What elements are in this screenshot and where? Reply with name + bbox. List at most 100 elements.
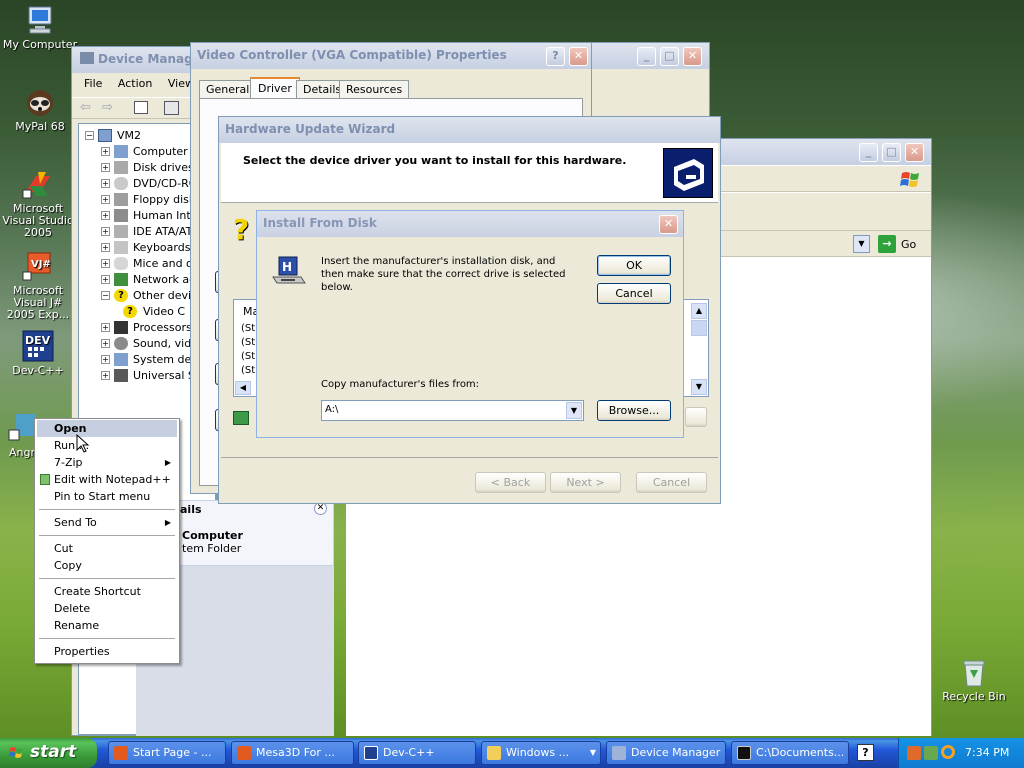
menu-item-pin-start[interactable]: Pin to Start menu <box>37 488 177 505</box>
list-row[interactable]: (St <box>241 351 255 362</box>
copy-from-label: Copy manufacturer's files from: <box>321 379 480 390</box>
expand-icon[interactable]: + <box>101 371 110 380</box>
menu-item-label: Properties <box>54 645 110 658</box>
help-tray-icon[interactable]: ? <box>857 744 874 761</box>
menu-item-create-shortcut[interactable]: Create Shortcut <box>37 583 177 600</box>
windows-flag-icon <box>8 745 25 761</box>
minimize-icon[interactable]: _ <box>859 143 878 162</box>
menu-item-copy[interactable]: Copy <box>37 557 177 574</box>
task-mesa3d[interactable]: Mesa3D For ... <box>231 741 354 765</box>
tab-general[interactable]: General <box>199 80 257 99</box>
tray-icon-1[interactable] <box>907 746 921 760</box>
details-title: ails <box>180 503 202 516</box>
tab-resources[interactable]: Resources <box>339 80 410 99</box>
scroll-up-button[interactable]: ▲ <box>691 303 707 319</box>
properties-icon[interactable] <box>164 101 179 115</box>
browse-button[interactable]: Browse... <box>597 400 671 421</box>
cancel-button[interactable]: Cancel <box>597 283 671 304</box>
desktop-icon-devcpp[interactable]: DEV Dev-C++ <box>0 330 78 377</box>
video-properties-titlebar[interactable]: Video Controller (VGA Compatible) Proper… <box>191 43 591 69</box>
close-icon[interactable]: ✕ <box>905 143 924 162</box>
console-icon <box>737 746 751 760</box>
minimize-icon[interactable]: _ <box>637 47 656 66</box>
address-dropdown-button[interactable]: ▼ <box>853 235 870 253</box>
have-disk-button[interactable] <box>685 407 707 427</box>
go-button[interactable]: Go <box>901 238 916 251</box>
help-icon[interactable]: ? <box>546 47 565 66</box>
menu-item-send-to[interactable]: Send To ▶ <box>37 514 177 531</box>
task-command-prompt[interactable]: C:\Documents... <box>731 741 849 765</box>
close-icon[interactable]: ✕ <box>569 47 588 66</box>
expand-icon[interactable]: + <box>101 211 110 220</box>
menu-item-rename[interactable]: Rename <box>37 617 177 634</box>
scroll-left-button[interactable]: ◀ <box>235 381 251 395</box>
menu-item-cut[interactable]: Cut <box>37 540 177 557</box>
scroll-thumb[interactable] <box>691 320 707 336</box>
menu-action[interactable]: Action <box>118 77 152 90</box>
expand-icon[interactable]: + <box>101 259 110 268</box>
back-arrow-icon[interactable]: ⇦ <box>80 100 91 115</box>
menu-item-delete[interactable]: Delete <box>37 600 177 617</box>
browser-icon <box>114 746 128 760</box>
scroll-down-button[interactable]: ▼ <box>691 379 707 395</box>
go-arrow-icon[interactable]: → <box>878 235 896 253</box>
devcpp-icon: DEV <box>22 330 54 362</box>
collapse-icon[interactable]: − <box>101 291 110 300</box>
task-label: Start Page - ... <box>133 746 212 759</box>
tray-icon-2[interactable] <box>924 746 938 760</box>
menu-item-run[interactable]: Run ... <box>37 437 177 454</box>
expand-icon[interactable]: + <box>101 163 110 172</box>
maximize-icon[interactable]: □ <box>882 143 901 162</box>
desktop-icon-my-computer[interactable]: My Computer <box>0 4 80 51</box>
task-windows-explorer[interactable]: Windows ... ▼ <box>481 741 601 765</box>
expand-icon[interactable]: + <box>101 275 110 284</box>
wizard-next-button[interactable]: Next > <box>550 472 621 493</box>
menu-item-edit-notepad[interactable]: Edit with Notepad++ <box>37 471 177 488</box>
close-icon[interactable]: ✕ <box>659 215 678 234</box>
chevron-down-icon[interactable]: ▼ <box>566 402 582 419</box>
desktop-icon-recycle-bin[interactable]: Recycle Bin <box>934 656 1014 703</box>
console-tree-icon[interactable] <box>134 101 148 114</box>
path-combobox[interactable]: A:\ ▼ <box>321 400 584 421</box>
search-icon[interactable] <box>941 745 955 759</box>
menu-item-7zip[interactable]: 7-Zip ▶ <box>37 454 177 471</box>
list-row[interactable]: (St <box>241 323 255 334</box>
menu-item-properties[interactable]: Properties <box>37 643 177 660</box>
menu-item-open[interactable]: Open <box>37 420 177 437</box>
desktop-icon-visual-jsharp[interactable]: VJ# Microsoft Visual J# 2005 Exp... <box>0 250 78 321</box>
wizard-back-button[interactable]: < Back <box>475 472 546 493</box>
expand-icon[interactable]: + <box>101 147 110 156</box>
install-from-disk-dialog[interactable]: Install From Disk ✕ H Insert the manufac… <box>256 210 684 438</box>
expand-icon[interactable]: + <box>101 323 110 332</box>
list-row[interactable]: (St <box>241 365 255 376</box>
expand-icon[interactable]: + <box>101 355 110 364</box>
task-start-page[interactable]: Start Page - ... <box>108 741 226 765</box>
expand-icon[interactable]: + <box>101 339 110 348</box>
start-button[interactable]: start <box>0 738 97 768</box>
ok-button[interactable]: OK <box>597 255 671 276</box>
expand-icon[interactable]: + <box>101 227 110 236</box>
task-devcpp[interactable]: Dev-C++ <box>358 741 476 765</box>
system-device-icon <box>114 353 128 366</box>
expand-icon[interactable]: + <box>101 243 110 252</box>
collapse-icon[interactable]: − <box>85 131 94 140</box>
maximize-icon[interactable]: □ <box>660 47 679 66</box>
install-disk-titlebar[interactable]: Install From Disk <box>257 211 683 237</box>
expand-icon[interactable]: + <box>101 179 110 188</box>
desktop-icon-label: Dev-C++ <box>12 364 64 377</box>
close-icon[interactable]: ✕ <box>683 47 702 66</box>
desktop-icon-mypal[interactable]: MyPal 68 <box>0 86 80 133</box>
menu-file[interactable]: File <box>84 77 102 90</box>
task-device-manager[interactable]: Device Manager <box>606 741 726 765</box>
wizard-titlebar[interactable]: Hardware Update Wizard <box>219 117 720 143</box>
wizard-cancel-button[interactable]: Cancel <box>636 472 707 493</box>
path-input[interactable]: A:\ <box>325 404 338 415</box>
list-row[interactable]: (St <box>241 337 255 348</box>
clock[interactable]: 7:34 PM <box>965 746 1009 759</box>
expand-icon[interactable]: + <box>101 195 110 204</box>
forward-arrow-icon[interactable]: ⇨ <box>102 100 113 115</box>
tab-driver[interactable]: Driver <box>250 77 300 99</box>
desktop-icon-visual-studio[interactable]: Microsoft Visual Studio 2005 <box>0 168 78 239</box>
notepad-plus-icon <box>40 474 50 485</box>
task-label: C:\Documents... <box>756 746 845 759</box>
